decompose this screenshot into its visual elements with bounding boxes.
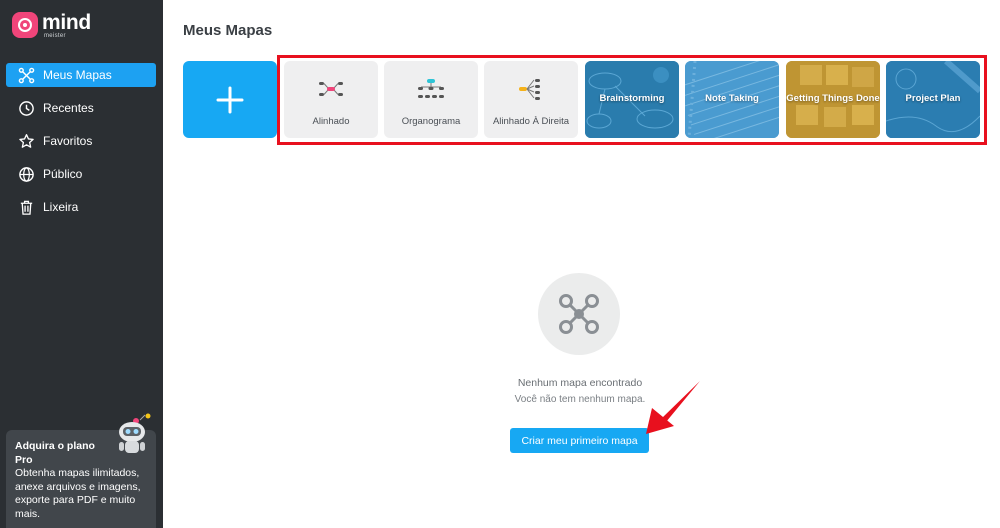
page-title: Meus Mapas: [183, 22, 273, 39]
logo-text: mind: [42, 11, 91, 34]
sidebar-item-publico[interactable]: Público: [6, 162, 156, 186]
sidebar-item-recentes[interactable]: Recentes: [6, 96, 156, 120]
template-organograma[interactable]: Organograma: [384, 61, 478, 138]
robot-mascot-icon: [119, 413, 151, 453]
template-label: Alinhado À Direita: [492, 116, 570, 127]
aligned-map-icon: [319, 82, 343, 96]
sidebar-item-label: Público: [43, 167, 83, 181]
sidebar-item-label: Favoritos: [43, 134, 93, 148]
template-note-taking[interactable]: Note Taking: [685, 61, 779, 138]
new-map-button[interactable]: [183, 61, 277, 138]
mindmap-icon: [559, 294, 599, 334]
template-label: Alinhado: [312, 116, 350, 127]
globe-icon: [19, 166, 34, 182]
mindmap-icon: [18, 67, 35, 83]
template-label: Note Taking: [705, 93, 759, 104]
logo[interactable]: mind meister: [12, 12, 91, 39]
sidebar-nav: Meus Mapas Recentes Favoritos Público Li…: [6, 63, 156, 228]
org-chart-icon: [418, 79, 444, 98]
trash-icon: [20, 200, 33, 215]
create-first-map-button[interactable]: Criar meu primeiro mapa: [510, 428, 649, 453]
promo-title: Adquira o plano Pro: [15, 440, 95, 466]
right-aligned-map-icon: [519, 79, 540, 100]
red-arrow-annotation-icon: [646, 381, 700, 434]
template-project-plan[interactable]: Project Plan: [886, 61, 980, 138]
template-alinhado-direita[interactable]: Alinhado À Direita: [484, 61, 578, 138]
clock-icon: [19, 100, 34, 116]
app: mind meister Meus Mapas Recentes Favorit…: [0, 0, 1000, 528]
sidebar-item-label: Meus Mapas: [43, 68, 112, 82]
template-label: Brainstorming: [599, 93, 665, 104]
sidebar-item-favoritos[interactable]: Favoritos: [6, 129, 156, 153]
empty-state-illustration: [538, 273, 620, 355]
template-label: Getting Things Done: [786, 93, 880, 104]
sidebar-item-label: Recentes: [43, 101, 94, 115]
star-icon: [19, 133, 34, 148]
plus-icon: [216, 86, 244, 113]
logo-icon: [12, 12, 38, 38]
template-alinhado[interactable]: Alinhado: [284, 61, 378, 138]
sidebar-item-meus-mapas[interactable]: Meus Mapas: [6, 63, 156, 87]
template-label: Organograma: [401, 116, 461, 127]
sidebar-item-label: Lixeira: [43, 200, 79, 214]
template-brainstorming[interactable]: Brainstorming: [585, 61, 679, 138]
template-getting-things-done[interactable]: Getting Things Done: [786, 61, 880, 138]
sidebar-item-lixeira[interactable]: Lixeira: [6, 195, 156, 219]
promo-text: Obtenha mapas ilimitados, anexe arquivos…: [15, 467, 141, 520]
sidebar: mind meister Meus Mapas Recentes Favorit…: [0, 0, 163, 528]
template-label: Project Plan: [905, 93, 961, 104]
